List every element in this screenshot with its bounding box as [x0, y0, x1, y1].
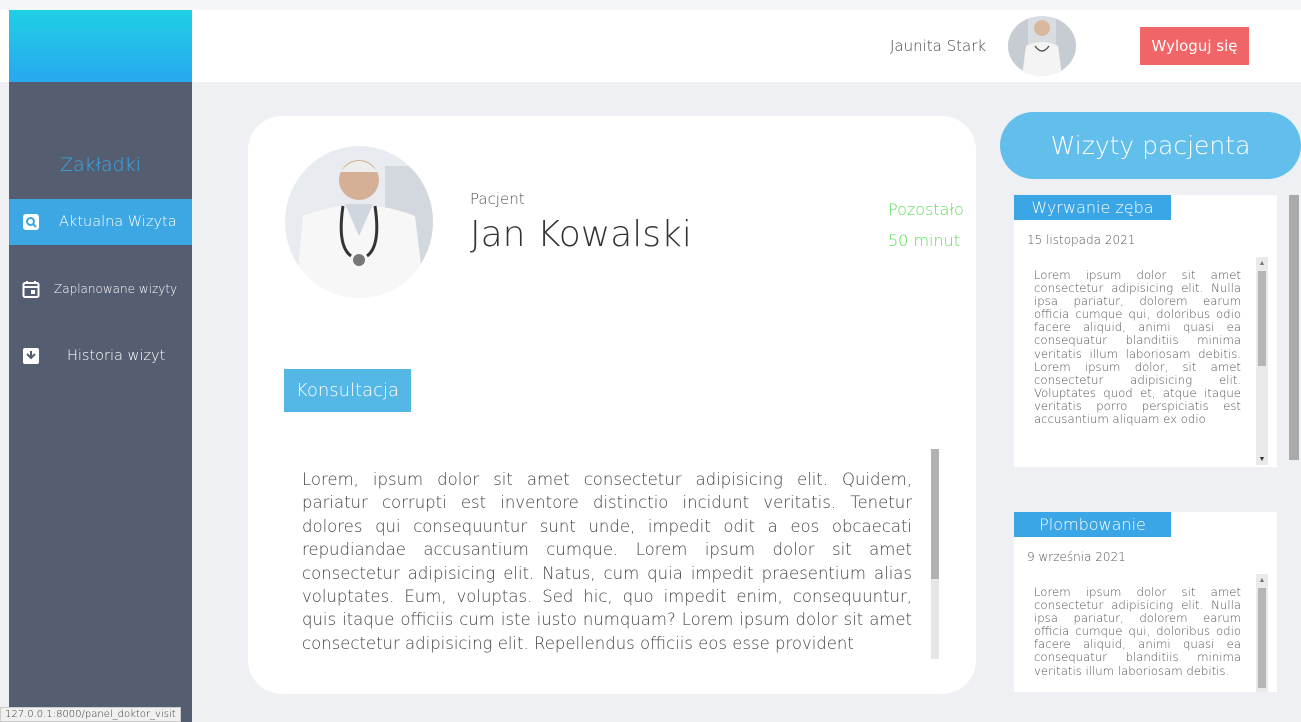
patient-name: Jan Kowalski: [470, 214, 692, 255]
user-name: Jaunita Stark: [890, 37, 987, 55]
history-card-scrollbar-thumb[interactable]: [1258, 588, 1266, 688]
history-card: Wyrwanie zęba 15 listopada 2021 Lorem ip…: [1014, 195, 1277, 467]
brand-logo-area: [9, 10, 192, 82]
history-card-title: Wyrwanie zęba: [1014, 195, 1171, 220]
sidebar-title: Zakładki: [59, 154, 142, 176]
history-card-scrollbar[interactable]: ▲ ▼: [1256, 257, 1268, 465]
history-card-scrollbar[interactable]: ▲: [1256, 574, 1268, 692]
patient-photo: [285, 146, 433, 298]
sidebar-item-current-visit[interactable]: Aktualna Wizyta: [9, 199, 192, 245]
history-card-body: Lorem ipsum dolor sit amet consectetur a…: [1034, 586, 1241, 678]
sidebar: Zakładki Aktualna Wizyta Zaplanowane wiz…: [9, 82, 192, 722]
history-card-scrollbar-thumb[interactable]: [1258, 271, 1266, 366]
current-visit-card: Pacjent Jan Kowalski Pozostało 50 minut …: [248, 116, 976, 694]
sidebar-item-visit-history[interactable]: Historia wizyt: [9, 333, 192, 379]
patient-label: Pacjent: [470, 190, 525, 208]
time-remaining-value: 50 minut: [888, 231, 961, 250]
calendar-icon: [22, 281, 40, 298]
top-bar: [0, 0, 1301, 82]
visit-type-badge: Konsultacja: [284, 369, 411, 412]
archive-icon: [23, 348, 39, 364]
top-strip: [0, 0, 1301, 10]
history-card-body: Lorem ipsum dolor sit amet consectetur a…: [1034, 269, 1241, 427]
notes-scrollbar-thumb[interactable]: [931, 449, 939, 579]
sidebar-item-label: Zaplanowane wizyty: [54, 282, 178, 296]
logout-button[interactable]: Wyloguj się: [1140, 27, 1249, 65]
history-card-date: 15 listopada 2021: [1027, 233, 1136, 247]
sidebar-item-label: Aktualna Wizyta: [59, 214, 177, 230]
visit-notes-text: Lorem, ipsum dolor sit amet consectetur …: [302, 470, 912, 653]
scroll-up-icon[interactable]: ▲: [1256, 574, 1268, 586]
doctor-avatar-icon: [1008, 16, 1076, 76]
time-remaining-label: Pozostało: [888, 200, 964, 219]
scroll-down-icon[interactable]: ▼: [1256, 453, 1268, 465]
history-card: Plombowanie 9 września 2021 Lorem ipsum …: [1014, 512, 1277, 692]
patient-photo-icon: [285, 146, 433, 298]
history-card-date: 9 września 2021: [1027, 550, 1126, 564]
sidebar-item-label: Historia wizyt: [67, 348, 166, 364]
user-avatar[interactable]: [1008, 16, 1076, 76]
notes-scrollbar[interactable]: [931, 449, 939, 659]
search-doc-icon: [23, 214, 39, 230]
status-bar-url: 127.0.0.1:8000/panel_doktor_visit: [0, 707, 181, 722]
sidebar-item-scheduled-visits[interactable]: Zaplanowane wizyty: [9, 266, 192, 312]
scroll-up-icon[interactable]: ▲: [1256, 257, 1268, 269]
history-scrollbar[interactable]: [1289, 195, 1299, 460]
patient-visits-header: Wizyty pacjenta: [1000, 112, 1301, 179]
history-card-title: Plombowanie: [1014, 512, 1171, 537]
